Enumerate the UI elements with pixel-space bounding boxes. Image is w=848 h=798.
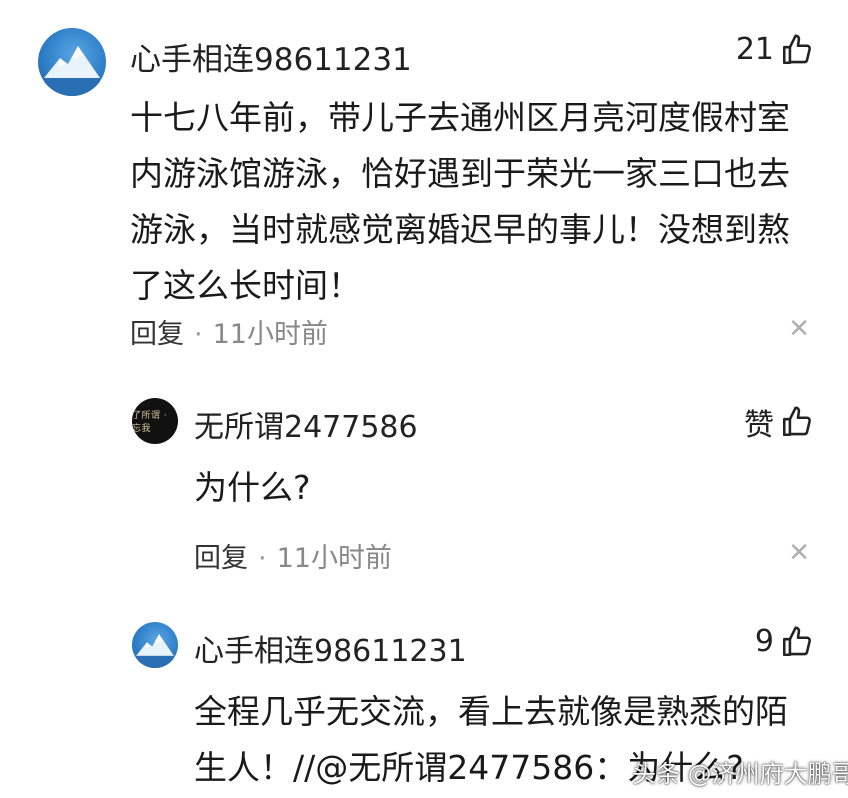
thumbs-up-icon <box>782 626 811 656</box>
reply-button[interactable]: 回复 <box>194 543 248 574</box>
reply-content: 为什么? <box>194 468 311 507</box>
like-button[interactable]: 21 <box>736 32 814 67</box>
like-button[interactable]: 9 <box>755 624 814 659</box>
reply-username[interactable]: 心手相连98611231 <box>194 626 467 670</box>
comment-meta: 回复 · 11小时前 <box>130 312 328 351</box>
separator-dot: · <box>258 543 267 574</box>
like-button[interactable]: 赞 <box>744 400 814 444</box>
close-icon[interactable]: ✕ <box>788 314 810 344</box>
avatar[interactable] <box>38 28 106 96</box>
reply-button[interactable]: 回复 <box>130 319 184 350</box>
comment-username[interactable]: 心手相连98611231 <box>130 34 412 79</box>
watermark: 头条 @济州府大鹏哥 <box>632 760 848 788</box>
like-count: 21 <box>735 32 774 67</box>
avatar-mountain-icon <box>136 634 174 668</box>
thumbs-up-icon <box>782 406 811 437</box>
avatar-mountain-icon <box>44 46 100 96</box>
separator-dot: · <box>194 319 203 350</box>
avatar[interactable] <box>132 622 178 668</box>
comment-content: 十七八年前，带儿子去通州区月亮河度假村室内游泳馆游泳，恰好遇到于荣光一家三口也去… <box>130 98 790 305</box>
avatar[interactable]: 了所谓 · 忘我 <box>132 398 178 444</box>
like-count: 9 <box>754 624 774 659</box>
reply-meta: 回复 · 11小时前 <box>194 536 392 575</box>
avatar-text: 了所谓 · 忘我 <box>132 411 168 434</box>
thumbs-up-icon <box>782 34 811 64</box>
reply-time: 11小时前 <box>276 543 392 574</box>
reply-username[interactable]: 无所谓2477586 <box>194 402 418 446</box>
comment-time: 11小时前 <box>212 319 328 350</box>
close-icon[interactable]: ✕ <box>788 538 810 568</box>
like-label: 赞 <box>744 408 774 443</box>
